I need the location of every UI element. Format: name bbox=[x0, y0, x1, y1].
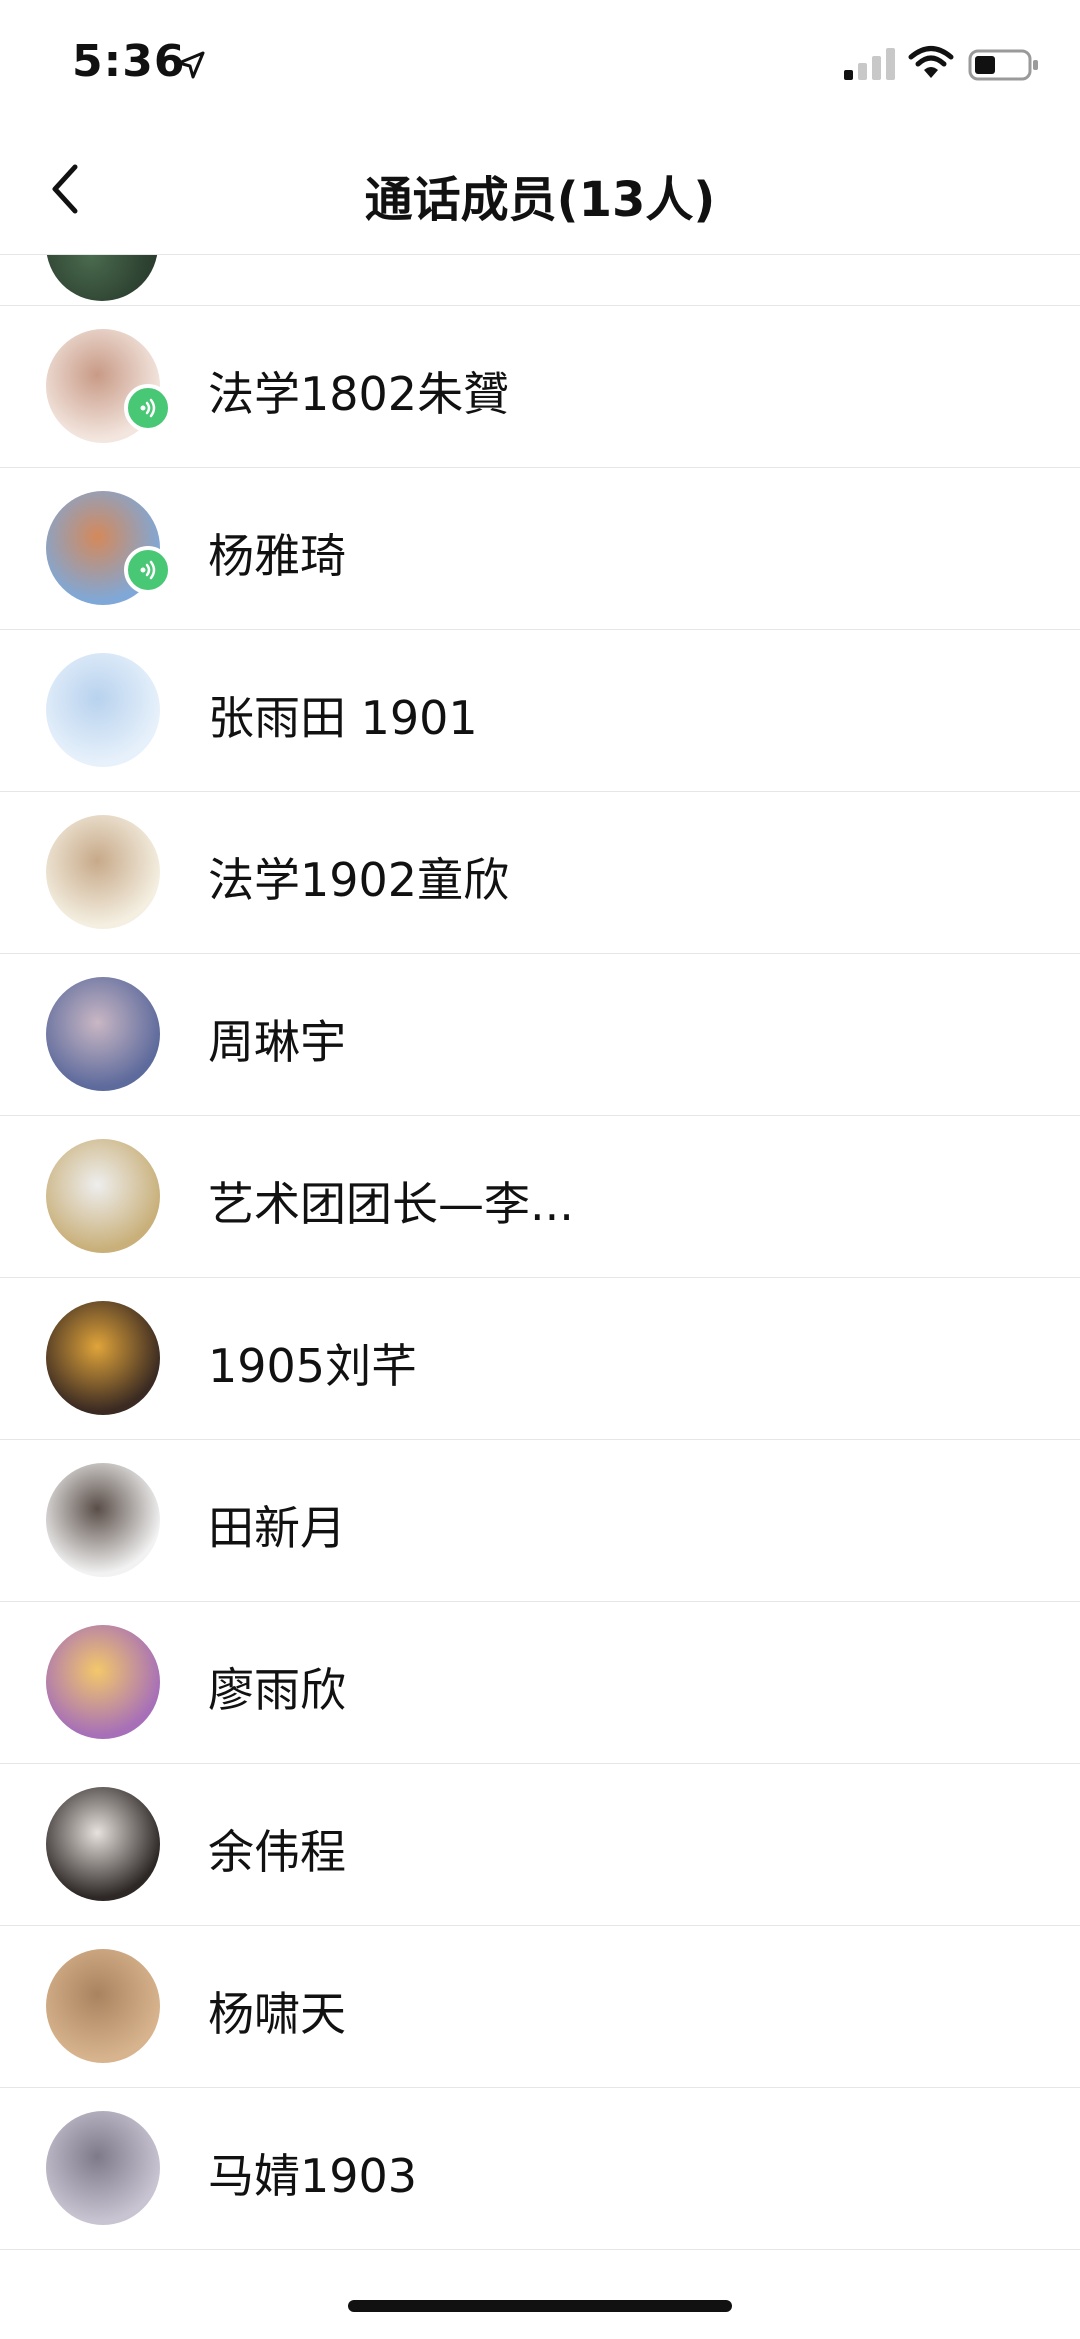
member-row[interactable]: 廖雨欣 bbox=[0, 1602, 1080, 1764]
avatar bbox=[46, 1139, 160, 1253]
avatar bbox=[46, 815, 160, 929]
speaking-indicator-icon bbox=[124, 546, 172, 594]
member-name: 杨啸天 bbox=[208, 1987, 346, 2041]
member-name: 田新月 bbox=[208, 1501, 346, 1555]
status-time: 5:36 bbox=[72, 36, 186, 87]
member-row[interactable]: 周琳宇 bbox=[0, 954, 1080, 1116]
member-row[interactable]: 马婧1903 bbox=[0, 2088, 1080, 2250]
location-arrow-icon bbox=[177, 51, 205, 79]
member-row[interactable]: 张雨田 1901 bbox=[0, 630, 1080, 792]
member-name: 马婧1903 bbox=[208, 2149, 418, 2203]
nav-header: 通话成员(13人) bbox=[0, 130, 1080, 255]
member-name: 张雨田 1901 bbox=[208, 691, 478, 745]
member-name: 1905刘芊 bbox=[208, 1339, 418, 1393]
member-list: 法学1802朱贇 杨雅琦张雨田 1901 法学1902童欣 周琳宇艺术团团长—李...… bbox=[0, 306, 1080, 2250]
speaking-indicator-icon bbox=[124, 384, 172, 432]
battery-icon bbox=[968, 49, 1038, 81]
member-name: 法学1902童欣 bbox=[208, 853, 510, 907]
member-row[interactable]: 杨啸天 bbox=[0, 1926, 1080, 2088]
member-name: 法学1802朱贇 bbox=[208, 367, 510, 421]
avatar bbox=[46, 1949, 160, 2063]
avatar bbox=[46, 1463, 160, 1577]
member-row[interactable]: 艺术团团长—李... bbox=[0, 1116, 1080, 1278]
avatar bbox=[46, 1625, 160, 1739]
avatar bbox=[46, 2111, 160, 2225]
member-name: 杨雅琦 bbox=[208, 529, 346, 583]
avatar bbox=[46, 1301, 160, 1415]
member-row[interactable]: 法学1902童欣 bbox=[0, 792, 1080, 954]
avatar bbox=[46, 653, 160, 767]
member-row[interactable]: 杨雅琦 bbox=[0, 468, 1080, 630]
member-name: 廖雨欣 bbox=[208, 1663, 346, 1717]
avatar bbox=[46, 1787, 160, 1901]
avatar bbox=[46, 255, 158, 301]
member-row[interactable]: 法学1802朱贇 bbox=[0, 306, 1080, 468]
member-row[interactable]: 田新月 bbox=[0, 1440, 1080, 1602]
avatar bbox=[46, 977, 160, 1091]
member-row[interactable]: 1905刘芊 bbox=[0, 1278, 1080, 1440]
status-bar: 5:36 bbox=[0, 0, 1080, 130]
member-row[interactable]: 余伟程 bbox=[0, 1764, 1080, 1926]
page-title: 通话成员(13人) bbox=[364, 172, 716, 228]
wifi-icon bbox=[908, 46, 954, 78]
list-item-partial[interactable] bbox=[0, 255, 1080, 306]
member-name: 周琳宇 bbox=[208, 1015, 346, 1069]
member-name: 余伟程 bbox=[208, 1825, 346, 1879]
home-indicator[interactable] bbox=[348, 2300, 732, 2312]
member-name: 艺术团团长—李... bbox=[208, 1177, 574, 1231]
cellular-signal-icon bbox=[844, 48, 895, 80]
